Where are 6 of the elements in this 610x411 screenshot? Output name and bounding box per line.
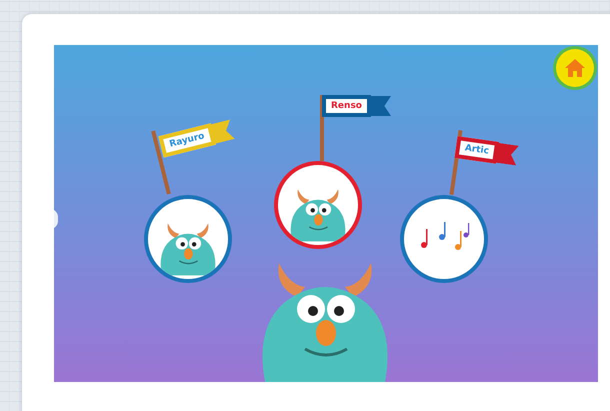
home-icon	[564, 58, 586, 78]
flag-label: Renso	[322, 95, 371, 117]
flag-label: Rayuro	[158, 123, 216, 158]
flag-tail-icon	[494, 142, 519, 166]
flag-tail-icon	[368, 96, 391, 116]
flag-label: Artic	[454, 136, 500, 164]
